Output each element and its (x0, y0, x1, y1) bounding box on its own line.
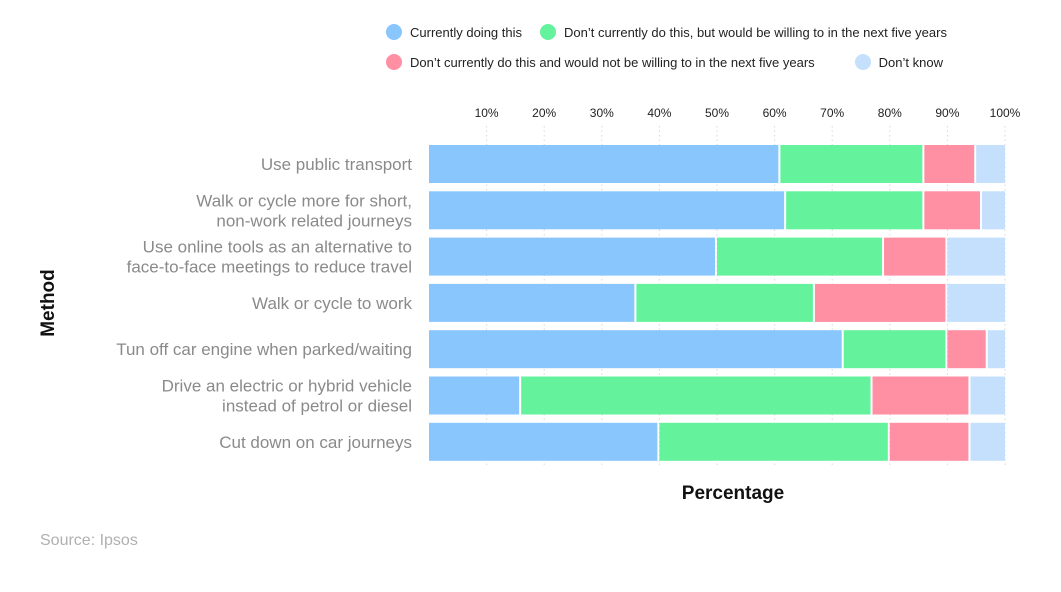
x-tick-label: 90% (935, 106, 959, 120)
y-axis-title: Method (38, 269, 59, 337)
x-tick-label: 50% (705, 106, 729, 120)
bar-segment (976, 145, 1005, 183)
category-label: Use public transport (261, 155, 412, 174)
x-axis-title: Percentage (682, 483, 784, 504)
bar-segment (981, 191, 1005, 230)
category-label: face-to-face meetings to reduce travel (127, 258, 412, 277)
bar-segment (924, 191, 980, 230)
x-tick-label: 30% (590, 106, 614, 120)
category-label: instead of petrol or diesel (222, 397, 412, 416)
bar-segment (872, 376, 969, 415)
legend-swatch (854, 54, 871, 70)
x-tick-label: 70% (820, 106, 844, 120)
bar-segment (814, 283, 946, 322)
category-label: Walk or cycle to work (252, 294, 412, 313)
bar-segment (786, 191, 923, 230)
bar-segment (717, 237, 883, 276)
legend-label: Don’t currently do this and would not be… (410, 54, 815, 70)
category-label: Walk or cycle more for short, (196, 191, 412, 210)
category-labels: Use public transport Walk or cycle more f… (116, 155, 412, 452)
legend-row: Currently doing this Don’t currently do … (386, 22, 1046, 42)
bar-segment (429, 376, 520, 415)
legend-item-not-willing: Don’t currently do this and would not be… (386, 54, 815, 70)
legend-swatch (386, 54, 402, 70)
legend-label: Don’t currently do this, but would be wi… (564, 24, 947, 40)
x-tick-label: 80% (878, 106, 902, 120)
category-label: Use online tools as an alternative to (143, 238, 412, 257)
bar-segment (947, 283, 1005, 322)
bar-segment (429, 422, 658, 461)
bar-segment (780, 145, 923, 183)
bar-segment (947, 330, 986, 369)
x-tick-label: 60% (763, 106, 787, 120)
legend-row: Don’t currently do this and would not be… (386, 52, 1046, 72)
bar-segment (970, 376, 1005, 415)
category-label: Cut down on car journeys (219, 433, 412, 452)
source-note: Source: Ipsos (40, 532, 138, 549)
category-label: Tun off car engine when parked/waiting (116, 340, 412, 359)
legend-label: Don’t know (878, 54, 943, 70)
x-tick-label: 100% (990, 106, 1021, 120)
legend-item-currently: Currently doing this (386, 24, 522, 40)
bar-segment (636, 283, 813, 322)
stacked-bar-chart: 10% 20% 30% 40% 50% 60% 70% 80% 90% 100% Use publ… (38, 106, 1021, 504)
legend: Currently doing this Don’t currently do … (386, 22, 1046, 82)
bar-segment (924, 145, 975, 183)
legend-swatch (540, 24, 556, 40)
legend-label: Currently doing this (410, 24, 522, 40)
bar-segment (429, 145, 779, 183)
bar-segment (843, 330, 946, 369)
bar-segment (970, 422, 1005, 461)
bar-segment (987, 330, 1005, 369)
x-tick-label: 10% (475, 106, 499, 120)
x-tick-label: 40% (647, 106, 671, 120)
bar-segment (429, 330, 842, 369)
bar-segment (521, 376, 871, 415)
bars (429, 145, 1005, 461)
bar-segment (429, 283, 635, 322)
bar-segment (889, 422, 969, 461)
x-axis-ticks: 10% 20% 30% 40% 50% 60% 70% 80% 90% 100% (475, 106, 1021, 120)
category-label: Drive an electric or hybrid vehicle (162, 377, 412, 396)
legend-item-willing: Don’t currently do this, but would be wi… (540, 24, 947, 40)
x-tick-label: 20% (532, 106, 556, 120)
bar-segment (884, 237, 946, 276)
legend-swatch (386, 24, 402, 40)
bar-segment (429, 237, 715, 276)
bar-segment (947, 237, 1005, 276)
bar-segment (429, 191, 785, 230)
category-label: non-work related journeys (216, 211, 412, 230)
bar-segment (659, 422, 888, 461)
legend-item-dont-know: Don’t know (854, 54, 943, 70)
